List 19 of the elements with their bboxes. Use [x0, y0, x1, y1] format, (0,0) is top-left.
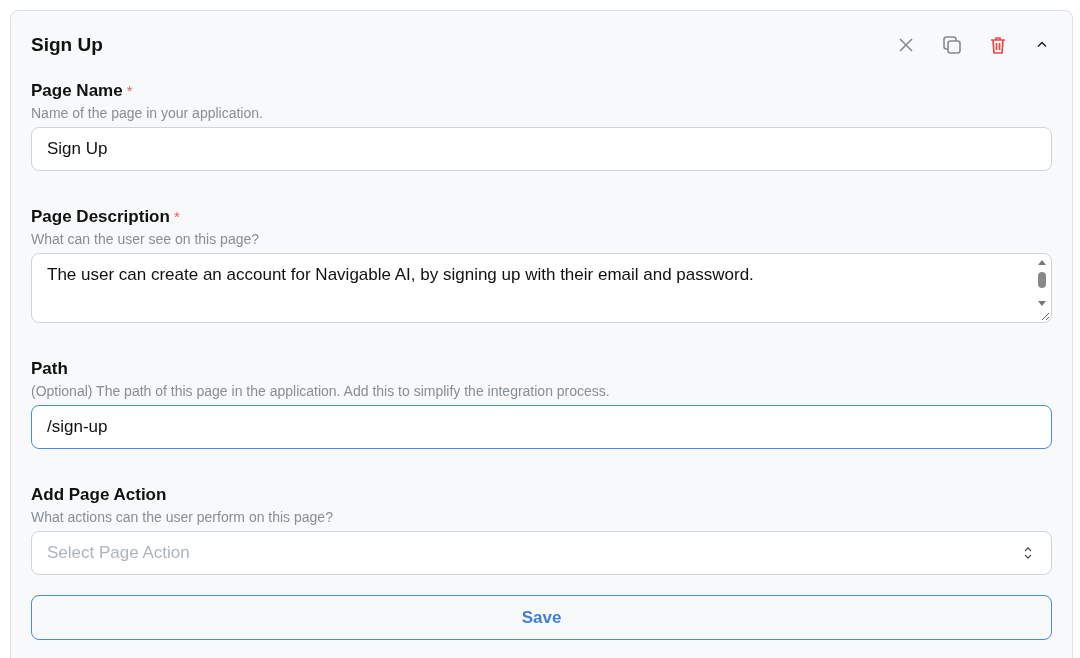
required-mark: * — [173, 208, 180, 225]
field-hint: Name of the page in your application. — [31, 105, 264, 121]
field-hint: What actions can the user perform on this page? — [31, 509, 334, 525]
trash-icon[interactable] — [988, 35, 1008, 55]
field-label: Page Description — [31, 207, 170, 227]
field-label: Path — [31, 359, 68, 379]
panel-title: Sign Up — [31, 34, 103, 56]
required-mark: * — [126, 82, 133, 99]
field-label: Add Page Action — [31, 485, 167, 505]
field-label: Page Name — [31, 81, 123, 101]
field-hint: (Optional) The path of this page in the application. Add this to simplify the integration process. — [31, 383, 611, 399]
scrollbar-drawing[interactable] — [1036, 258, 1048, 308]
save-button[interactable]: Save — [31, 595, 1052, 640]
text-field[interactable]: Sign Up — [31, 127, 1052, 171]
copy-icon[interactable] — [942, 35, 962, 55]
up-down-caret-icon — [1023, 545, 1033, 561]
field-hint: What can the user see on this page? — [31, 231, 261, 247]
text-area[interactable]: The user can create an account for Navigable AI, by signing up with their email and password. — [31, 253, 1052, 323]
text-field[interactable]: /sign-up — [31, 405, 1052, 449]
